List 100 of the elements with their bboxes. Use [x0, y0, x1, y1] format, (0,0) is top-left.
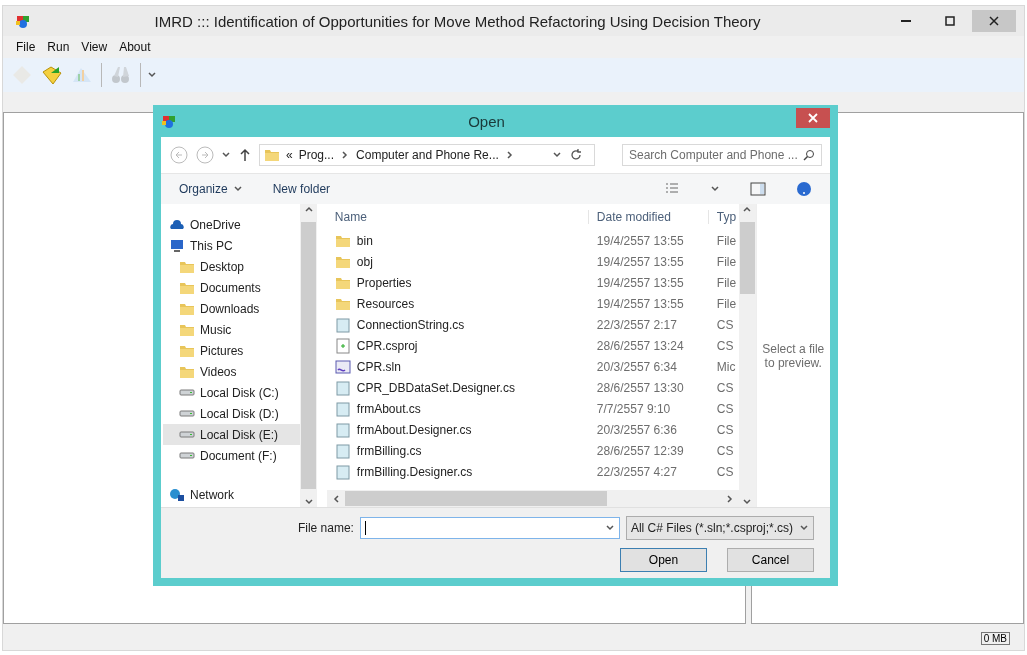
type-cell-text: CS: [715, 443, 735, 458]
file-name-field[interactable]: [359, 517, 620, 539]
document-icon: [334, 421, 351, 438]
project-file-icon: [334, 337, 351, 354]
file-name: frmBilling.Designer.cs: [356, 464, 473, 479]
app-logo-icon: [15, 13, 31, 29]
file-row[interactable]: frmBilling.Designer.cs 22/3/2557 4:27 CS: [326, 461, 739, 482]
scrollbar-thumb[interactable]: [344, 491, 607, 506]
type-cell-text: File: [715, 233, 738, 248]
file-row[interactable]: Properties 19/4/2557 13:55 File: [326, 272, 739, 293]
file-name: frmAbout.cs: [356, 401, 421, 416]
caret-icon: [799, 523, 809, 533]
scrollbar[interactable]: [300, 204, 317, 507]
menu-item[interactable]: Run: [42, 39, 75, 55]
column-header[interactable]: Typ: [708, 210, 739, 224]
date-cell-text: 22/3/2557 4:27: [595, 464, 678, 479]
date-cell-text: 19/4/2557 13:55: [595, 296, 685, 311]
nav-item[interactable]: Document (F:): [163, 445, 301, 466]
type-cell-text: CS: [715, 422, 735, 437]
organize-button[interactable]: Organize: [179, 182, 243, 196]
nav-item[interactable]: Documents: [163, 277, 301, 298]
date-cell-text: 20/3/2557 6:36: [595, 422, 678, 437]
solution-file-icon: [334, 358, 351, 375]
drive-icon: [179, 410, 195, 417]
caret-icon: [232, 184, 243, 194]
date-cell-text: 19/4/2557 13:55: [595, 275, 685, 290]
nav-item[interactable]: Music: [163, 319, 301, 340]
file-row[interactable]: ConnectionString.cs 22/3/2557 2:17 CS: [326, 314, 739, 335]
document-icon: [334, 463, 351, 480]
file-type-dropdown[interactable]: All C# Files (*.sln;*.csproj;*.cs): [625, 516, 814, 540]
nav-item[interactable]: Local Disk (C:): [163, 382, 301, 403]
close-icon: [808, 113, 818, 123]
column-header[interactable]: Date modified: [588, 210, 709, 224]
nav-item[interactable]: This PC: [163, 235, 301, 256]
computer-icon: [169, 237, 185, 254]
nav-item[interactable]: Network: [163, 484, 301, 505]
close-button[interactable]: [972, 10, 1016, 32]
caret-icon: [710, 184, 720, 194]
date-cell-text: 19/4/2557 13:55: [595, 233, 685, 248]
dialog-title: Open: [467, 112, 506, 130]
menu-item[interactable]: About: [114, 39, 156, 55]
type-cell-text: CS: [715, 338, 735, 353]
nav-item[interactable]: OneDrive: [163, 214, 301, 235]
overflow-icon: [147, 70, 157, 80]
new-folder-button[interactable]: New folder: [272, 182, 331, 196]
date-cell-text: 28/6/2557 12:39: [595, 443, 685, 458]
file-row[interactable]: bin 19/4/2557 13:55 File: [326, 230, 739, 251]
file-name: ConnectionString.cs: [356, 317, 465, 332]
file-row[interactable]: Resources 19/4/2557 13:55 File: [326, 293, 739, 314]
back-icon: [169, 145, 189, 165]
refresh-icon: [568, 147, 584, 163]
file-row[interactable]: CPR_DBDataSet.Designer.cs 28/6/2557 13:30 CS: [326, 377, 739, 398]
maximize-icon: [945, 16, 955, 26]
caret-icon: [303, 497, 314, 507]
breadcrumb[interactable]: Prog...: [298, 148, 335, 162]
nav-item[interactable]: Local Disk (D:): [163, 403, 301, 424]
file-row[interactable]: obj 19/4/2557 13:55 File: [326, 251, 739, 272]
breadcrumb[interactable]: Computer and Phone Re...: [356, 148, 499, 162]
nav-item[interactable]: Downloads: [163, 298, 301, 319]
file-row[interactable]: frmAbout.cs 7/7/2557 9:10 CS: [326, 398, 739, 419]
date-cell-text: 7/7/2557 9:10: [595, 401, 672, 416]
menu-item[interactable]: File: [11, 39, 41, 55]
search-icon: [803, 149, 815, 161]
nav-item[interactable]: Videos: [163, 361, 301, 382]
file-row[interactable]: frmAbout.Designer.cs 20/3/2557 6:36 CS: [326, 419, 739, 440]
binoculars-icon: [110, 64, 132, 86]
date-cell-text: 28/6/2557 13:30: [595, 380, 685, 395]
breadcrumb[interactable]: «: [286, 148, 293, 162]
nav-item[interactable]: Local Disk (E:): [163, 424, 301, 445]
file-row[interactable]: CPR.sln 20/3/2557 6:34 Mic: [326, 356, 739, 377]
search-field[interactable]: Search Computer and Phone ...: [622, 144, 822, 166]
column-header[interactable]: Name: [326, 210, 589, 224]
file-name: Resources: [356, 296, 415, 311]
minimize-icon: [901, 20, 911, 22]
open-button[interactable]: Open: [620, 548, 707, 572]
help-icon: [796, 181, 812, 197]
chevron-icon: [504, 150, 515, 160]
file-name: bin: [356, 233, 373, 248]
address-bar[interactable]: « Prog... Computer and Phone Re...: [259, 144, 595, 166]
caret-icon: [221, 150, 231, 160]
file-row[interactable]: CPR.csproj 28/6/2557 13:24 CS: [326, 335, 739, 356]
file-name-label: File name:: [297, 521, 354, 535]
type-cell-text: File: [715, 254, 738, 269]
nav-item[interactable]: Desktop: [163, 256, 301, 277]
file-name: frmBilling.cs: [356, 443, 422, 458]
close-button[interactable]: [796, 108, 830, 128]
scrollbar[interactable]: [738, 204, 756, 507]
menu-item[interactable]: View: [76, 39, 113, 55]
cancel-button[interactable]: Cancel: [727, 548, 814, 572]
file-row[interactable]: frmBilling.cs 28/6/2557 12:39 CS: [326, 440, 739, 461]
caret-icon: [742, 204, 753, 214]
scrollbar-thumb[interactable]: [301, 222, 316, 489]
date-cell-text: 28/6/2557 13:24: [595, 338, 685, 353]
preview-message: Select a file to preview.: [761, 341, 826, 370]
file-name: frmAbout.Designer.cs: [356, 422, 472, 437]
file-name: CPR.sln: [356, 359, 401, 374]
scrollbar[interactable]: [326, 490, 739, 507]
nav-item[interactable]: Pictures: [163, 340, 301, 361]
scrollbar-thumb[interactable]: [739, 222, 755, 294]
type-cell-text: CS: [715, 317, 735, 332]
